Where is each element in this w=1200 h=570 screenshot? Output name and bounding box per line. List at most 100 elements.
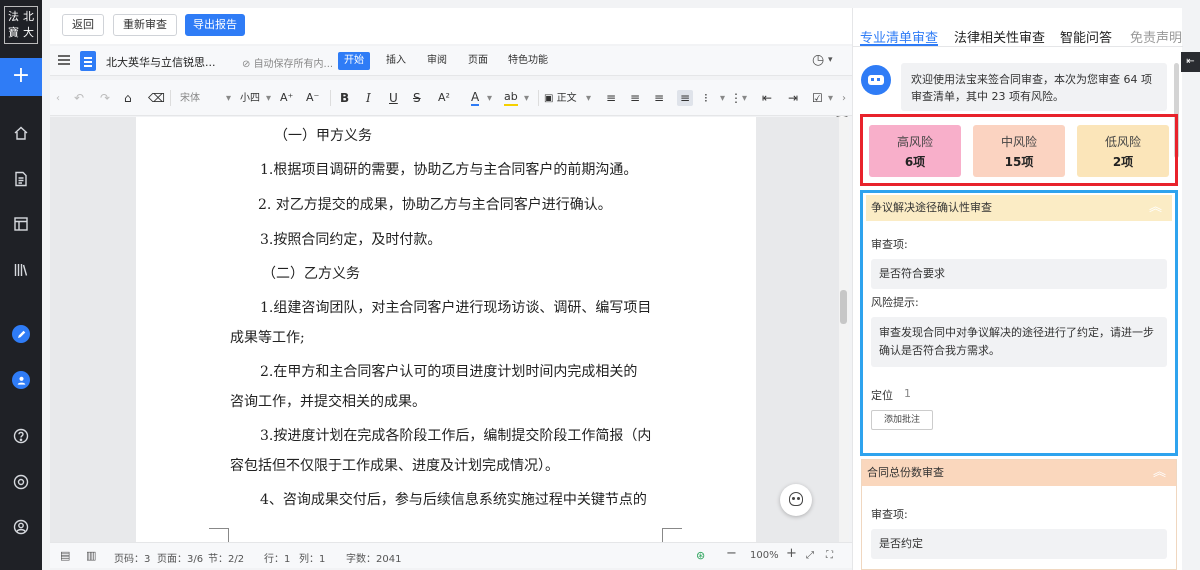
bold-icon[interactable]: B xyxy=(340,90,349,106)
zoom-level[interactable]: 100% xyxy=(750,550,779,561)
history-icon[interactable]: ◷ xyxy=(812,52,824,68)
increase-font-icon[interactable]: A⁺ xyxy=(280,90,293,106)
paragraph-style-select[interactable]: ▣ 正文 xyxy=(544,91,577,107)
chevron-down-icon[interactable]: ▾ xyxy=(524,91,529,107)
low-risk-card[interactable]: 低风险 2项 xyxy=(1077,125,1169,177)
doc-paragraph[interactable]: 3.按照合同约定，及时付款。 xyxy=(260,229,441,249)
doc-paragraph[interactable]: 成果等工作; xyxy=(230,327,305,347)
numbered-list-icon[interactable]: ⋮ xyxy=(730,90,742,106)
home-icon[interactable] xyxy=(11,123,31,143)
export-report-button[interactable]: 导出报告 xyxy=(185,14,245,36)
checkbox-icon[interactable]: ☑ xyxy=(812,90,823,106)
library-icon[interactable] xyxy=(11,260,31,280)
review-item-value: 是否约定 xyxy=(871,529,1167,559)
font-select[interactable]: 宋体 xyxy=(180,91,200,107)
chevron-down-icon[interactable]: ▾ xyxy=(828,55,833,65)
doc-paragraph[interactable]: 3.按进度计划在完成各阶段工作后，编制提交阶段工作简报（内 xyxy=(260,425,651,445)
align-left-icon[interactable]: ≡ xyxy=(606,90,616,106)
doc-paragraph[interactable]: （一）甲方义务 xyxy=(274,125,372,145)
tab-features[interactable]: 特色功能 xyxy=(502,52,554,70)
back-button[interactable]: 返回 xyxy=(62,14,104,36)
doc-paragraph[interactable]: 咨询工作，并提交相关的成果。 xyxy=(230,391,426,411)
document-page[interactable]: （一）甲方义务 1.根据项目调研的需要，协助乙方与主合同客户的前期沟通。 2. … xyxy=(136,117,756,542)
risk-label: 中风险 xyxy=(1000,135,1037,149)
chevron-right-icon[interactable]: › xyxy=(842,91,846,107)
sync-icon[interactable]: ⊛ xyxy=(696,549,705,562)
layout-icon[interactable] xyxy=(11,214,31,234)
tab-review[interactable]: 审阅 xyxy=(421,52,453,70)
font-size-select[interactable]: 小四 xyxy=(240,91,260,107)
outdent-icon[interactable]: ⇤ xyxy=(762,90,772,106)
chevron-down-icon[interactable]: ▾ xyxy=(226,91,231,107)
review-item-header[interactable]: 争议解决途径确认性审查 ︽ xyxy=(866,195,1172,221)
help-icon[interactable] xyxy=(11,426,31,446)
clear-format-icon[interactable]: ⌫ xyxy=(148,90,165,106)
collapse-icon[interactable]: ︽ xyxy=(1153,460,1166,486)
doc-paragraph[interactable]: 1.组建咨询团队，对主合同客户进行现场访谈、调研、编写项目 xyxy=(260,297,651,317)
highlight-icon[interactable]: ab xyxy=(504,90,518,106)
document-canvas[interactable]: （一）甲方义务 1.根据项目调研的需要，协助乙方与主合同客户的前期沟通。 2. … xyxy=(50,117,840,542)
strikethrough-icon[interactable]: S xyxy=(413,90,421,106)
chevron-down-icon[interactable]: ▾ xyxy=(586,91,591,107)
doc-paragraph[interactable]: 容包括但不仅限于工作成果、进度及计划完成情况）。 xyxy=(230,455,559,475)
fit-width-icon[interactable]: ⤢ xyxy=(806,550,814,561)
high-risk-card[interactable]: 高风险 6项 xyxy=(869,125,961,177)
tab-page[interactable]: 页面 xyxy=(462,52,494,70)
doc-paragraph[interactable]: 4、咨询成果交付后，参与后续信息系统实施过程中关键节点的 xyxy=(260,489,647,509)
account-icon[interactable] xyxy=(11,517,31,537)
pen-icon[interactable] xyxy=(12,325,30,343)
doc-paragraph[interactable]: 2. 对乙方提交的成果，协助乙方与主合同客户进行确认。 xyxy=(258,194,612,214)
chevron-down-icon[interactable]: ▾ xyxy=(266,91,271,107)
zoom-out-icon[interactable]: − xyxy=(726,546,737,561)
collapse-panel-button[interactable]: ⇤ xyxy=(1181,52,1200,72)
new-review-button[interactable]: + xyxy=(0,58,42,96)
doc-paragraph[interactable]: 2.在甲方和主合同客户认可的项目进度计划时间内完成相关的 xyxy=(260,361,637,381)
scroll-thumb[interactable] xyxy=(840,290,847,324)
tab-disclaimer[interactable]: 免责声明 xyxy=(1130,27,1182,46)
indent-icon[interactable]: ⇥ xyxy=(788,90,798,106)
fullscreen-icon[interactable]: ⛶ xyxy=(826,550,833,561)
chevron-left-icon[interactable]: ‹ xyxy=(56,91,60,107)
decrease-font-icon[interactable]: A⁻ xyxy=(306,90,319,106)
italic-icon[interactable]: I xyxy=(366,90,371,106)
bullet-list-icon[interactable]: ⁝ xyxy=(704,90,708,106)
risk-summary: 高风险 6项 中风险 15项 低风险 2项 xyxy=(860,114,1178,186)
outline-icon[interactable]: ▤ xyxy=(60,549,70,562)
assistant-float-button[interactable] xyxy=(780,484,812,516)
document-icon[interactable] xyxy=(11,169,31,189)
tab-insert[interactable]: 插入 xyxy=(380,52,412,70)
add-note-button[interactable]: 添加批注 xyxy=(871,410,933,430)
tab-smart-qa[interactable]: 智能问答 xyxy=(1060,27,1112,46)
doc-scrollbar[interactable] xyxy=(839,117,849,542)
locate-link[interactable]: 1 xyxy=(904,387,911,400)
justify-icon[interactable]: ≡ xyxy=(677,90,693,106)
underline-icon[interactable]: U xyxy=(389,90,398,106)
align-right-icon[interactable]: ≡ xyxy=(654,90,664,106)
collapse-icon[interactable]: ︽ xyxy=(1149,195,1162,221)
settings-icon[interactable] xyxy=(11,472,31,492)
doc-paragraph[interactable]: 1.根据项目调研的需要，协助乙方与主合同客户的前期沟通。 xyxy=(260,159,637,179)
chevron-down-icon[interactable]: ▾ xyxy=(742,91,747,107)
medium-risk-card[interactable]: 中风险 15项 xyxy=(973,125,1065,177)
format-painter-icon[interactable]: ⌂ xyxy=(124,90,132,106)
undo-icon[interactable]: ↶ xyxy=(74,90,84,106)
user-icon[interactable] xyxy=(12,371,30,389)
divider xyxy=(538,90,539,106)
superscript-icon[interactable]: A² xyxy=(438,90,450,106)
chevron-down-icon[interactable]: ▾ xyxy=(487,91,492,107)
nav-icon[interactable]: ▥ xyxy=(86,549,96,562)
divider xyxy=(853,46,1183,47)
rereview-button[interactable]: 重新审查 xyxy=(113,14,177,36)
chevron-down-icon[interactable]: ▾ xyxy=(720,91,725,107)
align-center-icon[interactable]: ≡ xyxy=(630,90,640,106)
doc-paragraph[interactable]: （二）乙方义务 xyxy=(262,263,360,283)
tab-start[interactable]: 开始 xyxy=(338,52,370,70)
chevron-down-icon[interactable]: ▾ xyxy=(828,91,833,107)
review-item-header[interactable]: 合同总份数审查 ︽ xyxy=(862,460,1176,486)
zoom-in-icon[interactable]: + xyxy=(786,546,797,561)
font-color-icon[interactable]: A xyxy=(471,90,480,106)
tab-legal-relevance[interactable]: 法律相关性审查 xyxy=(954,27,1045,46)
menu-icon[interactable] xyxy=(58,55,70,65)
divider xyxy=(330,90,331,106)
redo-icon[interactable]: ↷ xyxy=(100,90,110,106)
